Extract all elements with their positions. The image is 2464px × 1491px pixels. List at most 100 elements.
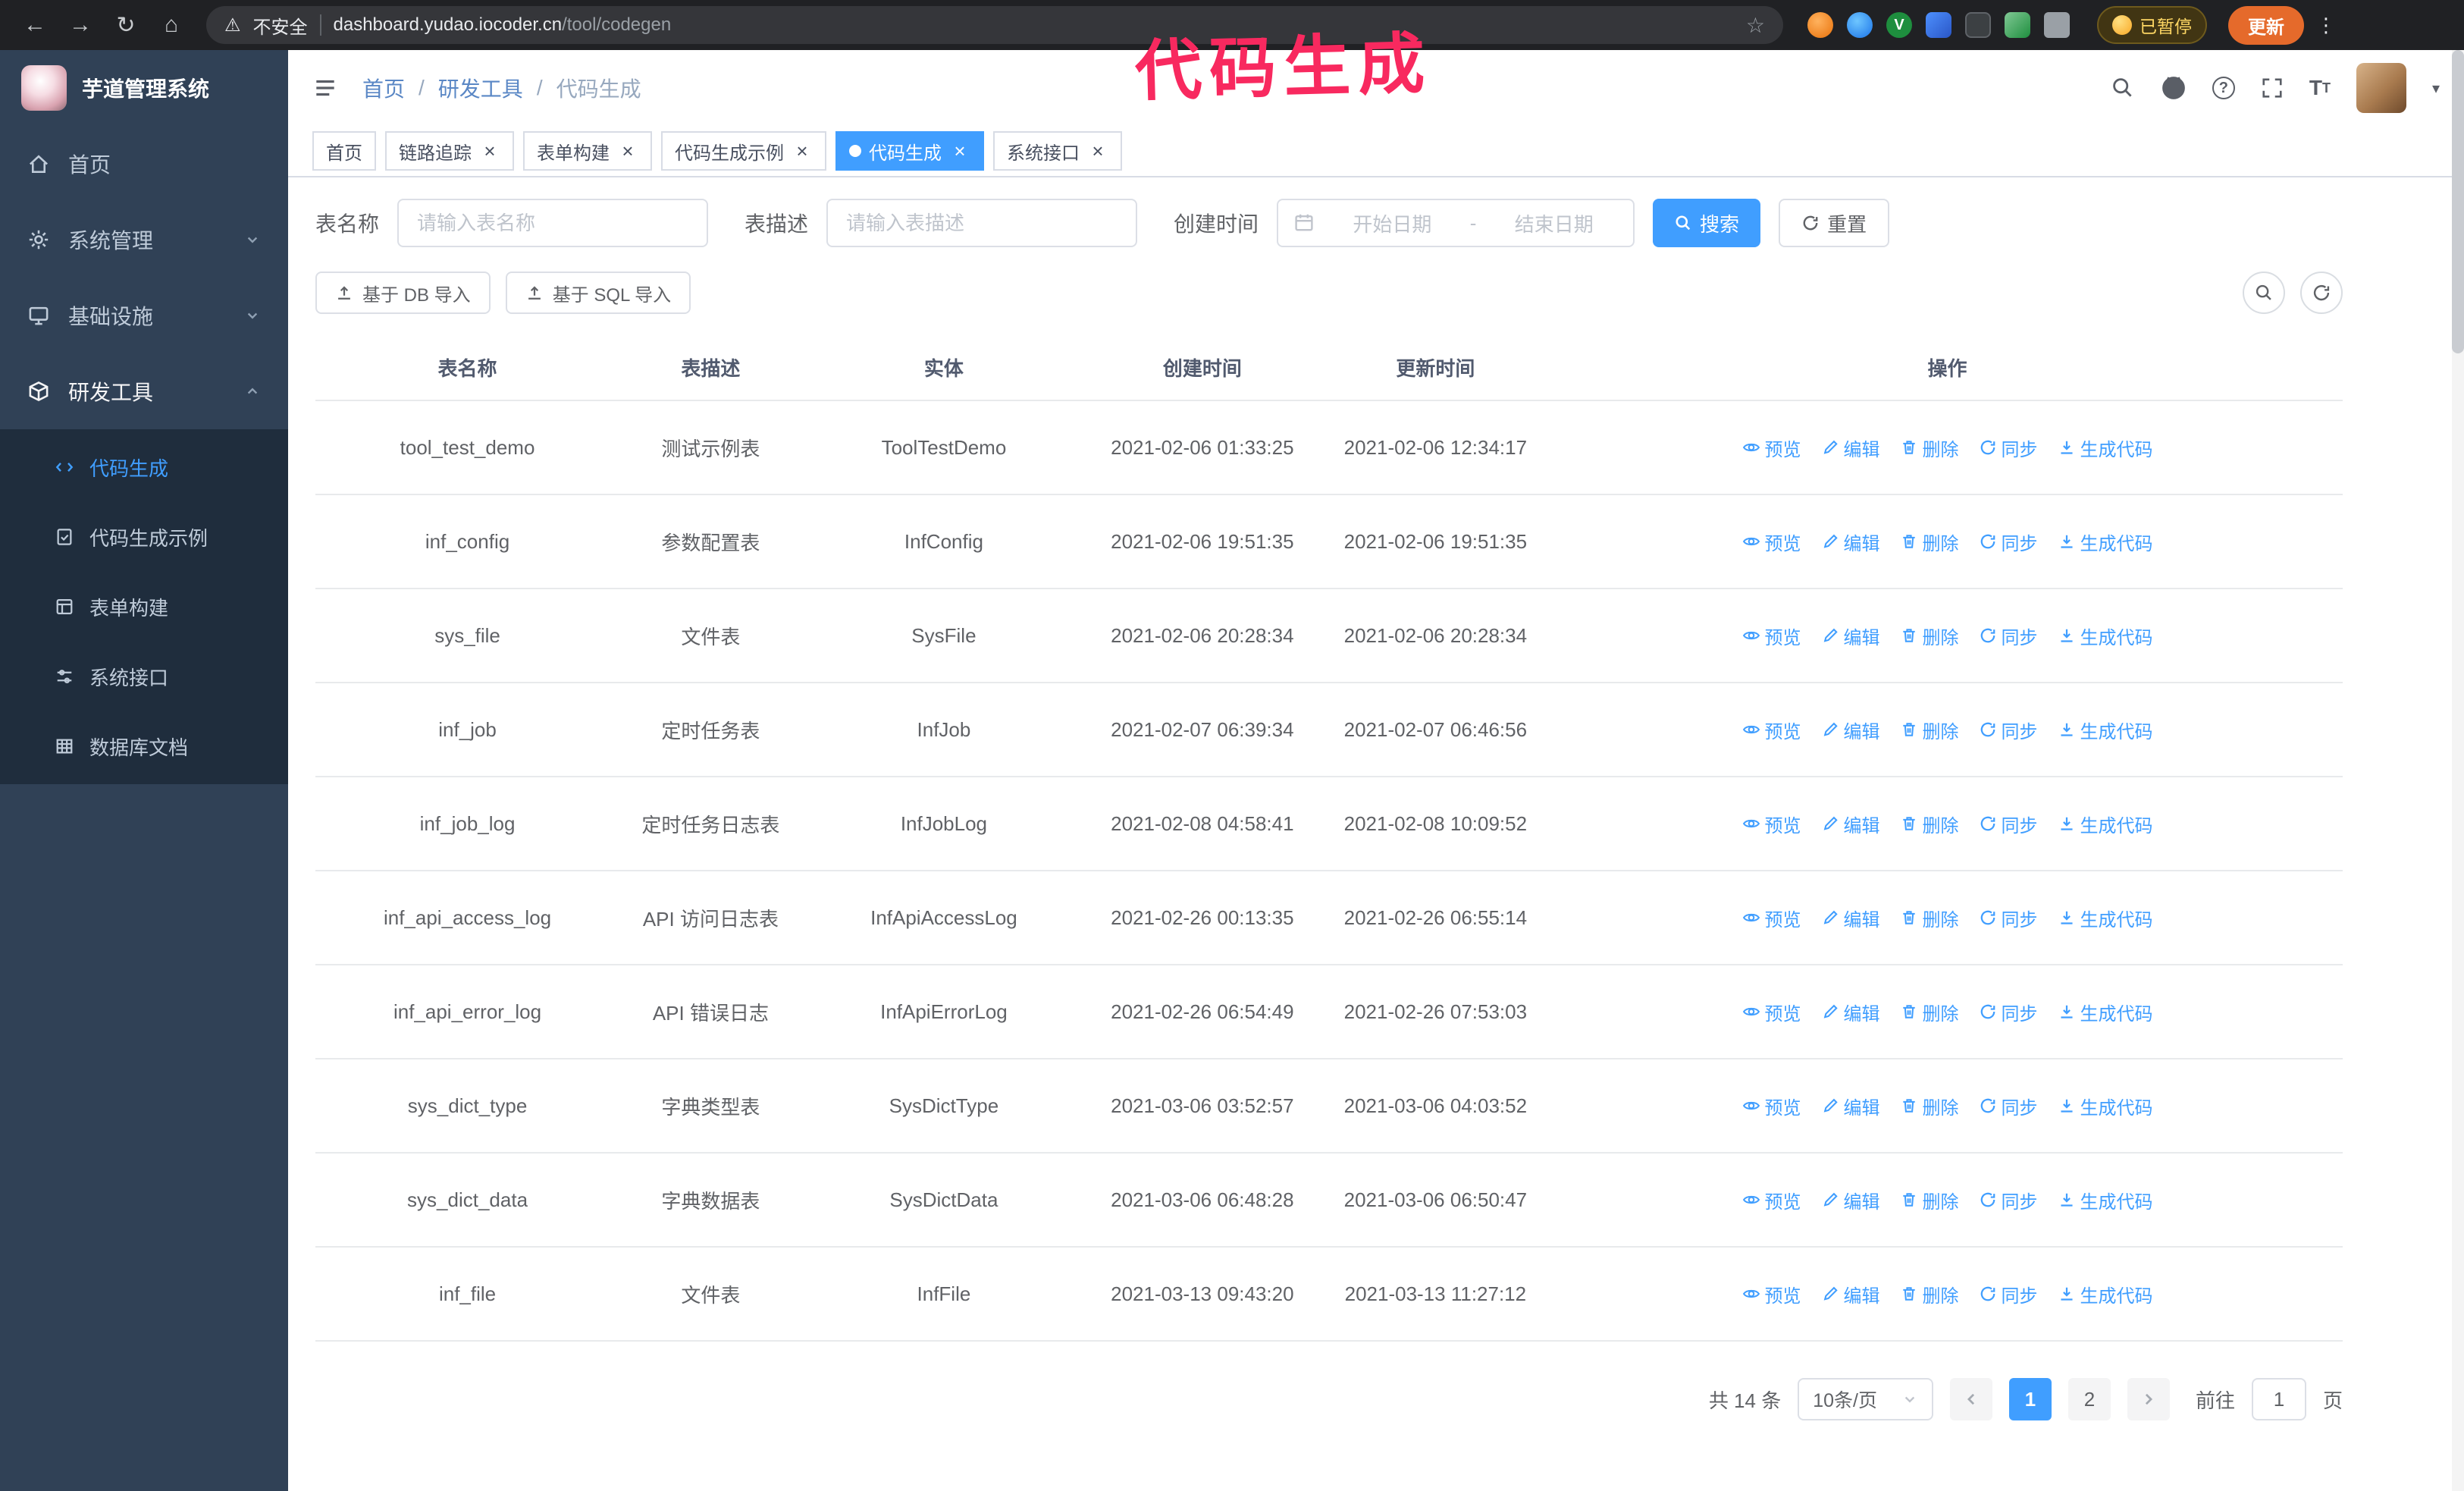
- browser-update-button[interactable]: 更新: [2228, 5, 2304, 45]
- tab-close-icon[interactable]: ×: [949, 140, 970, 162]
- sidebar-collapse-icon[interactable]: [312, 75, 338, 101]
- tab-close-icon[interactable]: ×: [479, 140, 500, 162]
- preview-link[interactable]: 预览: [1742, 905, 1801, 931]
- date-range-picker[interactable]: 开始日期 - 结束日期: [1277, 199, 1635, 247]
- delete-link[interactable]: 删除: [1900, 1187, 1959, 1213]
- edit-link[interactable]: 编辑: [1821, 435, 1880, 461]
- import-sql-button[interactable]: 基于 SQL 导入: [505, 272, 691, 314]
- preview-link[interactable]: 预览: [1742, 1093, 1801, 1119]
- preview-link[interactable]: 预览: [1742, 435, 1801, 461]
- github-icon[interactable]: [2161, 75, 2187, 101]
- delete-link[interactable]: 删除: [1900, 529, 1959, 555]
- edit-link[interactable]: 编辑: [1821, 811, 1880, 837]
- table-name-input[interactable]: [397, 199, 709, 247]
- delete-link[interactable]: 删除: [1900, 435, 1959, 461]
- extension-icon-orange[interactable]: [1807, 12, 1833, 38]
- edit-link[interactable]: 编辑: [1821, 1187, 1880, 1213]
- scrollbar-thumb[interactable]: [2452, 50, 2464, 353]
- sidebar-item-form-builder[interactable]: 表单构建: [0, 572, 288, 642]
- reload-icon[interactable]: ↻: [106, 5, 146, 45]
- sync-link[interactable]: 同步: [1979, 529, 2038, 555]
- delete-link[interactable]: 删除: [1900, 1093, 1959, 1119]
- preview-link[interactable]: 预览: [1742, 717, 1801, 743]
- bookmark-star-icon[interactable]: ☆: [1746, 13, 1765, 38]
- view-tab[interactable]: 表单构建 ×: [523, 131, 652, 171]
- sidebar-item-home[interactable]: 首页: [0, 126, 288, 202]
- sync-link[interactable]: 同步: [1979, 1187, 2038, 1213]
- delete-link[interactable]: 删除: [1900, 623, 1959, 649]
- font-size-icon[interactable]: TT: [2309, 76, 2331, 100]
- sync-link[interactable]: 同步: [1979, 999, 2038, 1025]
- preview-link[interactable]: 预览: [1742, 529, 1801, 555]
- profile-paused-chip[interactable]: 已暂停: [2097, 6, 2207, 44]
- delete-link[interactable]: 删除: [1900, 717, 1959, 743]
- forward-icon[interactable]: →: [61, 5, 100, 45]
- view-tab[interactable]: 代码生成示例 ×: [661, 131, 826, 171]
- generate-code-link[interactable]: 生成代码: [2058, 623, 2153, 649]
- refresh-table-button[interactable]: [2300, 272, 2343, 314]
- avatar-caret-icon[interactable]: ▾: [2432, 79, 2440, 98]
- breadcrumb-home[interactable]: 首页: [362, 73, 405, 103]
- extension-icon-green-check[interactable]: V: [1886, 12, 1912, 38]
- generate-code-link[interactable]: 生成代码: [2058, 1093, 2153, 1119]
- user-avatar[interactable]: [2356, 63, 2406, 113]
- app-logo[interactable]: 芋道管理系统: [0, 50, 288, 126]
- sync-link[interactable]: 同步: [1979, 435, 2038, 461]
- generate-code-link[interactable]: 生成代码: [2058, 717, 2153, 743]
- generate-code-link[interactable]: 生成代码: [2058, 999, 2153, 1025]
- generate-code-link[interactable]: 生成代码: [2058, 435, 2153, 461]
- generate-code-link[interactable]: 生成代码: [2058, 529, 2153, 555]
- preview-link[interactable]: 预览: [1742, 623, 1801, 649]
- tab-close-icon[interactable]: ×: [792, 140, 813, 162]
- sidebar-item-db-doc[interactable]: 数据库文档: [0, 711, 288, 781]
- reset-button[interactable]: 重置: [1779, 199, 1890, 247]
- sidebar-item-codegen[interactable]: 代码生成: [0, 432, 288, 502]
- table-desc-input[interactable]: [826, 199, 1138, 247]
- delete-link[interactable]: 删除: [1900, 905, 1959, 931]
- page-size-select[interactable]: 10条/页: [1798, 1378, 1933, 1420]
- preview-link[interactable]: 预览: [1742, 811, 1801, 837]
- search-button[interactable]: 搜索: [1653, 199, 1761, 247]
- sync-link[interactable]: 同步: [1979, 717, 2038, 743]
- sidebar-item-system-api[interactable]: 系统接口: [0, 642, 288, 711]
- delete-link[interactable]: 删除: [1900, 999, 1959, 1025]
- generate-code-link[interactable]: 生成代码: [2058, 905, 2153, 931]
- tab-close-icon[interactable]: ×: [617, 140, 638, 162]
- puzzle-extensions-icon[interactable]: [2044, 12, 2070, 38]
- edit-link[interactable]: 编辑: [1821, 905, 1880, 931]
- edit-link[interactable]: 编辑: [1821, 1281, 1880, 1307]
- goto-page-input[interactable]: [2251, 1378, 2306, 1420]
- generate-code-link[interactable]: 生成代码: [2058, 1187, 2153, 1213]
- generate-code-link[interactable]: 生成代码: [2058, 1281, 2153, 1307]
- preview-link[interactable]: 预览: [1742, 999, 1801, 1025]
- prev-page-button[interactable]: [1949, 1378, 1992, 1420]
- address-bar[interactable]: ⚠ 不安全 dashboard.yudao.iocoder.cn/tool/co…: [206, 6, 1783, 44]
- tab-close-icon[interactable]: ×: [1087, 140, 1108, 162]
- page-button-2[interactable]: 2: [2067, 1378, 2111, 1420]
- sidebar-item-system-management[interactable]: 系统管理: [0, 202, 288, 278]
- edit-link[interactable]: 编辑: [1821, 623, 1880, 649]
- view-tab[interactable]: 系统接口 ×: [993, 131, 1122, 171]
- preview-link[interactable]: 预览: [1742, 1187, 1801, 1213]
- delete-link[interactable]: 删除: [1900, 811, 1959, 837]
- sync-link[interactable]: 同步: [1979, 905, 2038, 931]
- view-tab[interactable]: 链路追踪 ×: [385, 131, 514, 171]
- sync-link[interactable]: 同步: [1979, 1281, 2038, 1307]
- extension-icon-dark[interactable]: [1965, 12, 1991, 38]
- toggle-search-button[interactable]: [2243, 272, 2285, 314]
- sync-link[interactable]: 同步: [1979, 811, 2038, 837]
- sync-link[interactable]: 同步: [1979, 1093, 2038, 1119]
- sidebar-item-infrastructure[interactable]: 基础设施: [0, 278, 288, 353]
- sync-link[interactable]: 同步: [1979, 623, 2038, 649]
- extension-icon-blue[interactable]: [1847, 12, 1873, 38]
- extension-icon-leaf[interactable]: [2005, 12, 2030, 38]
- edit-link[interactable]: 编辑: [1821, 717, 1880, 743]
- import-db-button[interactable]: 基于 DB 导入: [315, 272, 491, 314]
- browser-menu-icon[interactable]: ⋮: [2316, 14, 2336, 37]
- sidebar-item-dev-tools[interactable]: 研发工具: [0, 353, 288, 429]
- generate-code-link[interactable]: 生成代码: [2058, 811, 2153, 837]
- next-page-button[interactable]: [2127, 1378, 2170, 1420]
- back-icon[interactable]: ←: [15, 5, 55, 45]
- view-tab[interactable]: 首页: [312, 131, 376, 171]
- fullscreen-icon[interactable]: [2261, 77, 2284, 99]
